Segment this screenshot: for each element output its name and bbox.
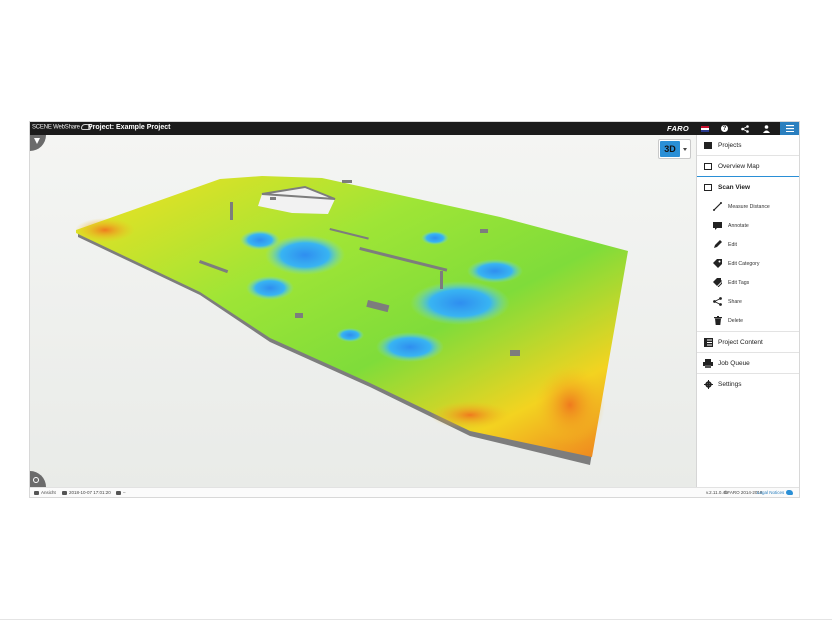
sidebar-item-label: Projects (718, 141, 742, 149)
view-mode-label: 3D (660, 141, 680, 157)
annotate-icon (713, 221, 722, 230)
user-icon[interactable] (757, 122, 776, 135)
tool-label: Annotate (728, 222, 749, 229)
webshare-window: SCENE WebShare Project: Example Project … (30, 122, 799, 497)
sidebar-item-label: Overview Map (718, 162, 760, 170)
share-icon[interactable] (735, 122, 754, 135)
content-icon (703, 337, 713, 347)
sidebar-item-label: Settings (718, 380, 742, 388)
tool-label: Edit (728, 241, 737, 248)
scan-timestamp: 2018-10-07 17:01:20 (62, 490, 111, 495)
category-icon (713, 259, 722, 268)
point-cloud-floorplan[interactable] (30, 135, 696, 487)
measure-icon (713, 202, 722, 211)
scan-name[interactable]: Ansicht (34, 490, 56, 495)
top-bar: SCENE WebShare Project: Example Project … (30, 122, 799, 135)
tool-label: Edit Category (728, 260, 760, 267)
tool-edit-category[interactable]: Edit Category (697, 254, 799, 273)
logo-text: SCENE WebShare (32, 124, 80, 131)
project-title: Project: Example Project (88, 124, 171, 131)
tool-delete[interactable]: Delete (697, 311, 799, 330)
chevron-down-icon (683, 148, 687, 151)
calendar-icon (62, 490, 67, 495)
legal-notices-link[interactable]: Legal Notices (757, 490, 784, 495)
scan-tags[interactable]: – (116, 490, 126, 495)
tool-label: Delete (728, 317, 743, 324)
tool-annotate[interactable]: Annotate (697, 216, 799, 235)
tool-measure-distance[interactable]: Measure Distance (697, 197, 799, 216)
status-bar: Ansicht 2018-10-07 17:01:20 – v.2.11.0.4… (30, 487, 799, 497)
sidebar-item-label: Job Queue (718, 359, 750, 367)
tool-label: Share (728, 298, 742, 305)
sidebar-item-project-content[interactable]: Project Content (697, 332, 799, 352)
twitter-icon[interactable] (786, 490, 793, 495)
scan-view-icon (703, 183, 713, 192)
sidebar-item-overview-map[interactable]: Overview Map (697, 156, 799, 176)
tag-icon (116, 490, 121, 495)
tool-edit-tags[interactable]: Edit Tags (697, 273, 799, 292)
view-mode-dropdown[interactable]: 3D (658, 139, 691, 159)
help-icon[interactable]: ? (715, 122, 734, 135)
trash-icon (713, 316, 722, 325)
page-divider (0, 619, 832, 620)
sidebar-item-projects[interactable]: Projects (697, 135, 799, 155)
tool-label: Measure Distance (728, 203, 770, 210)
menu-icon[interactable] (780, 122, 799, 135)
share-icon (713, 297, 722, 306)
sidebar: Projects Overview Map Scan View Measure … (696, 135, 799, 487)
tags-icon (713, 278, 722, 287)
sidebar-item-scan-view[interactable]: Scan View (697, 177, 799, 197)
sidebar-item-job-queue[interactable]: Job Queue (697, 353, 799, 373)
sidebar-item-label: Project Content (718, 338, 763, 346)
flag-icon[interactable] (695, 122, 714, 135)
pencil-icon (713, 240, 722, 249)
queue-icon (703, 358, 713, 368)
cloud-icon (34, 490, 39, 495)
tool-edit[interactable]: Edit (697, 235, 799, 254)
tool-share[interactable]: Share (697, 292, 799, 311)
gear-icon (703, 379, 713, 389)
tool-label: Edit Tags (728, 279, 750, 286)
sidebar-item-label: Scan View (718, 183, 751, 191)
map-icon (703, 162, 713, 171)
brand-logo: FARO (667, 124, 690, 133)
scan-viewport[interactable]: 3D (30, 135, 696, 487)
sidebar-item-settings[interactable]: Settings (697, 374, 799, 394)
app-logo[interactable]: SCENE WebShare (32, 124, 91, 131)
projects-icon (703, 141, 713, 150)
